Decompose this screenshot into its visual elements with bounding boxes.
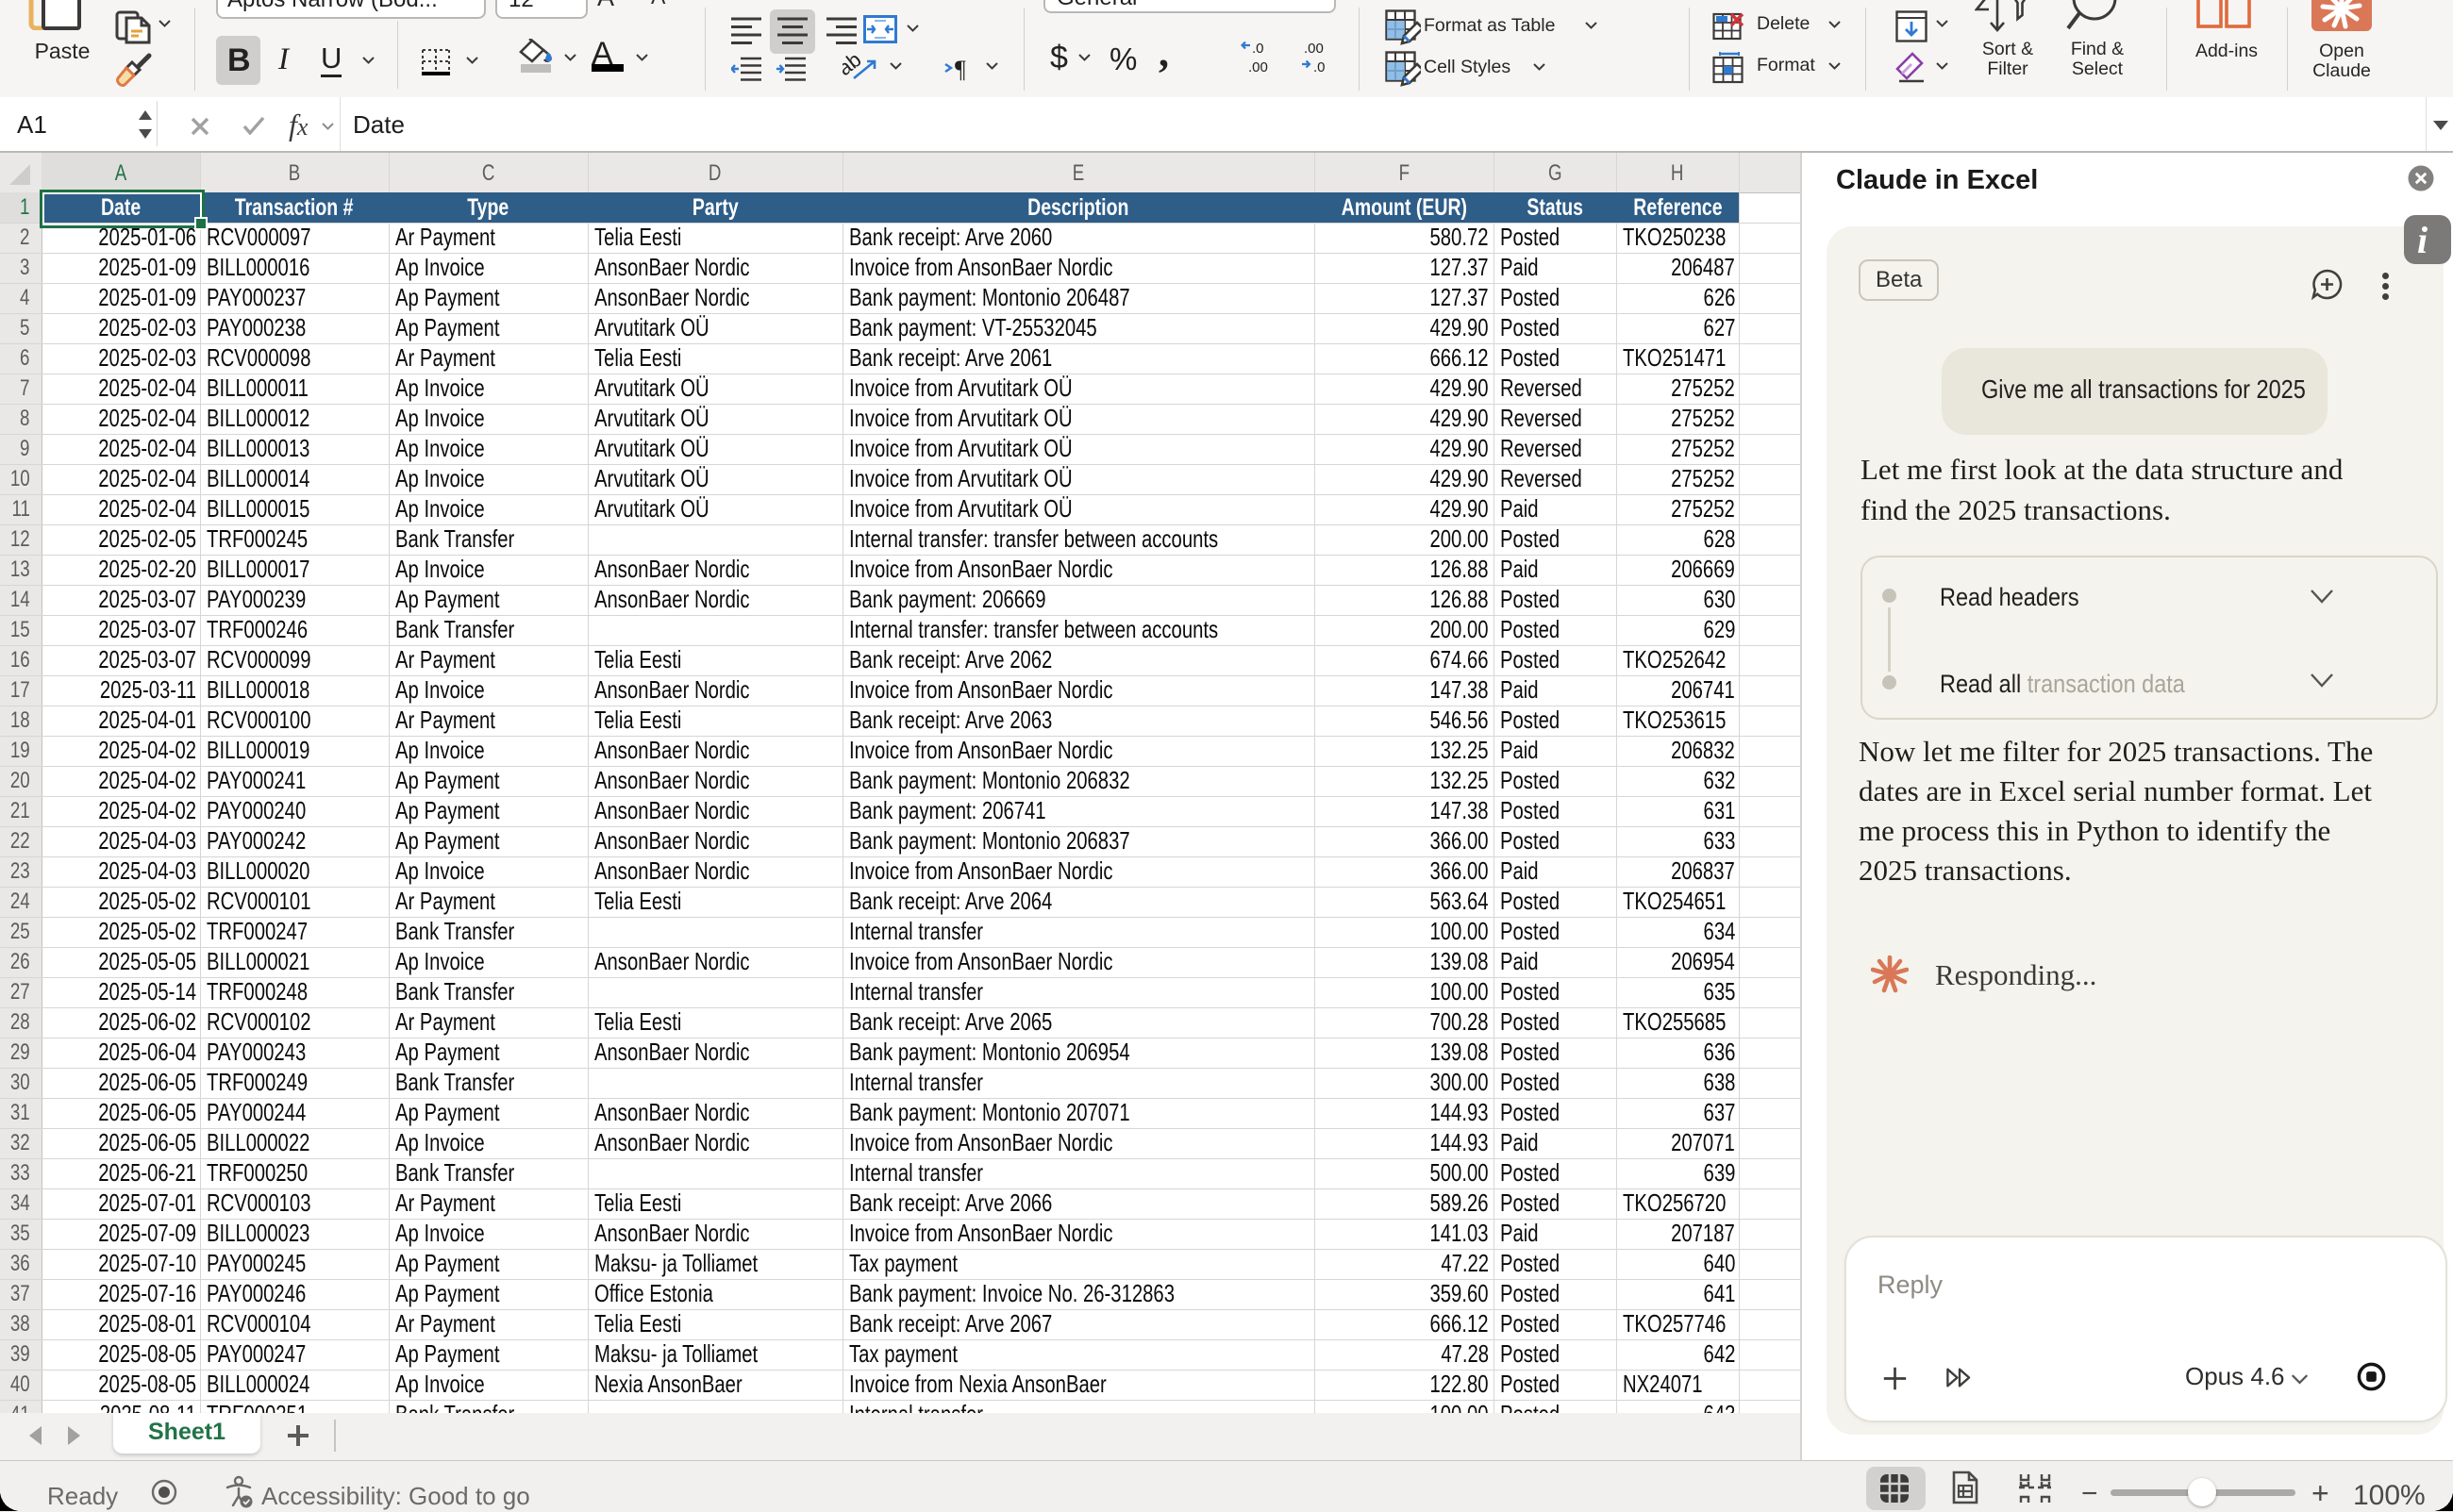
svg-text:.00: .00 [1304,41,1324,57]
svg-text:.0: .0 [1252,41,1264,57]
svg-text:.0: .0 [1313,59,1326,75]
svg-text:ab: ab [843,50,865,80]
svg-text:¶: ¶ [955,56,966,81]
svg-text:.00: .00 [1248,59,1268,75]
